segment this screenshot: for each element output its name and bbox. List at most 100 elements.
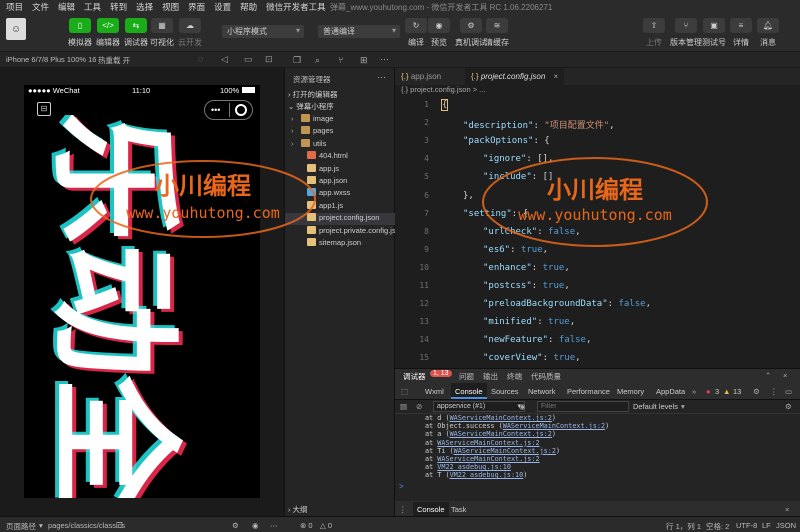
tree-item-sitemap-json[interactable]: sitemap.json [285,238,395,250]
volume-icon[interactable]: ◁ [221,54,228,65]
source-link[interactable]: VM22 asdebug.js:10 [437,463,511,471]
menu-item[interactable]: 微信开发者工具 [266,1,326,13]
device-debug-button[interactable]: ⚙ 真机调试 [455,18,487,48]
tab-terminal[interactable]: 终端 [507,371,522,382]
files-icon[interactable]: ❐ [293,55,301,66]
compile-select[interactable]: 普通编译 ▾ [318,25,400,38]
page-path-value[interactable]: pages/classics/classics [48,521,125,530]
close-icon[interactable]: × [554,72,559,81]
context-select[interactable]: appservice (#1) ▾ [433,401,525,412]
close-icon[interactable]: × [785,505,789,514]
messages-button[interactable]: 🔔︎ 消息 [757,18,779,48]
mode-select[interactable]: 小程序模式 ▾ [222,25,304,38]
levels-select[interactable]: Default levels [633,402,678,411]
eye-icon[interactable]: ◉ [519,402,526,411]
copy-icon[interactable]: ❐ [116,521,123,530]
search-icon[interactable]: ⌕ [315,55,320,66]
menu-item[interactable]: 设置 [214,1,231,13]
code-line[interactable]: "enhance": true, [483,263,570,273]
section-project[interactable]: ⌄ 弹幕小程序 [285,101,395,113]
menu-item[interactable]: 界面 [188,1,205,13]
inspect-icon[interactable]: ⬚ [401,387,408,396]
tab-wxml[interactable]: Wxml [425,387,444,396]
upload-button[interactable]: ⇧ 上传 [643,18,665,48]
close-icon[interactable]: × [783,371,787,380]
version-button[interactable]: ⑂ 版本管理 [670,18,702,48]
screen-icon[interactable]: ▭ [244,54,253,65]
chevron-up-icon[interactable]: ⌃ [765,371,771,380]
tree-item-utils[interactable]: › utils [285,138,395,151]
tab-debugger[interactable]: 调试器 [403,371,426,382]
cursor-position[interactable]: 行 1，列 1 [666,521,701,532]
more-icon[interactable]: ⋮ [399,505,407,514]
dock-icon[interactable]: ▭ [785,387,792,396]
menu-item[interactable]: 转到 [110,1,127,13]
more-icon[interactable]: ••• [211,105,220,115]
menu-item[interactable]: 工具 [84,1,101,13]
eol-setting[interactable]: LF [762,521,771,530]
extensions-icon[interactable]: ⊞ [360,55,368,66]
tab-console[interactable]: Console [451,383,487,399]
tab-performance[interactable]: Performance [567,387,610,396]
tab-code-quality[interactable]: 代码质量 [531,371,561,382]
error-icon[interactable]: ⊗ 0 [300,521,313,530]
console-prompt[interactable]: > [399,482,404,491]
code-line[interactable]: "include": [] [483,172,553,182]
more-icon[interactable]: ⋯ [270,521,278,530]
code-line[interactable]: "setting": { [463,209,528,219]
source-link[interactable]: WAServiceMainContext.js:2 [450,414,552,422]
menu-item[interactable]: 选择 [136,1,153,13]
encoding-setting[interactable]: UTF-8 [736,521,757,530]
code-line[interactable]: "packOptions": { [463,136,550,146]
gear-icon[interactable]: ⚙ [785,402,792,411]
source-link[interactable]: WAServiceMainContext.js:2 [437,455,539,463]
code-line[interactable]: "postcss": true, [483,281,570,291]
more-tabs-icon[interactable]: » [692,387,696,396]
menu-item[interactable]: 编辑 [58,1,75,13]
compile-button[interactable]: ↻ 编译 [405,18,427,48]
gear-icon[interactable]: ⚙ [753,387,760,396]
tab-project-config-json[interactable]: {.} project.config.json × [465,68,565,85]
code-line[interactable]: "newFeature": false, [483,335,591,345]
visual-button[interactable]: ▦ 可视化 [150,18,174,48]
menu-item[interactable]: 视图 [162,1,179,13]
tree-item-image[interactable]: › image [285,114,395,126]
test-account-button[interactable]: ▣ 测试号 [702,18,726,48]
chevron-down-icon[interactable]: ▾ [39,521,43,530]
error-count[interactable]: 3 [715,387,719,396]
more-icon[interactable]: ⋮ [770,387,778,396]
source-link[interactable]: WAServiceMainContext.js:2 [454,447,556,455]
code-line[interactable]: { [441,99,449,111]
menu-item[interactable]: 文件 [32,1,49,13]
clear-icon[interactable]: ⊘ [416,402,422,411]
code-line[interactable]: }, [463,191,474,201]
tab-output[interactable]: 输出 [483,371,498,382]
indent-setting[interactable]: 空格: 2 [706,521,729,532]
source-link[interactable]: WAServiceMainContext.js:2 [450,430,552,438]
more-icon[interactable]: ⋯ [377,72,386,83]
code-line[interactable]: "preloadBackgroundData": false, [483,299,651,309]
tree-item-project-private-config-js-[interactable]: project.private.config.js... [285,225,402,238]
clear-cache-button[interactable]: ≋ 清缓存 [485,18,509,48]
tree-item-404-html[interactable]: 404.html [285,151,395,163]
tree-item-app-json[interactable]: app.json [285,176,395,188]
tree-item-pages[interactable]: › pages [285,126,395,138]
warning-count[interactable]: 13 [733,387,741,396]
tab-problems[interactable]: 问题 [459,371,474,382]
sidebar-icon[interactable]: ▤ [400,402,407,411]
rotate-icon[interactable]: ◌ [198,54,203,64]
lock-icon[interactable]: ⊟ [37,102,51,116]
drawer-tab-task[interactable]: Task [451,505,466,514]
split-icon[interactable]: ⊡ [265,54,273,65]
tab-appdata[interactable]: AppData [656,387,685,396]
code-line[interactable]: "ignore": [], [483,154,553,164]
avatar[interactable]: ☺ [6,18,26,40]
tab-memory[interactable]: Memory [617,387,644,396]
source-link[interactable]: VM22 asdebug.js:10 [450,471,524,479]
tree-item-app-wxss[interactable]: app.wxss [285,188,395,200]
preview-button[interactable]: ◉ 预览 [428,18,450,48]
tree-item-project-config-json[interactable]: project.config.json [285,213,395,226]
tab-network[interactable]: Network [528,387,556,396]
menu-item[interactable]: 帮助 [240,1,257,13]
more-icon[interactable]: ⋯ [380,54,389,65]
